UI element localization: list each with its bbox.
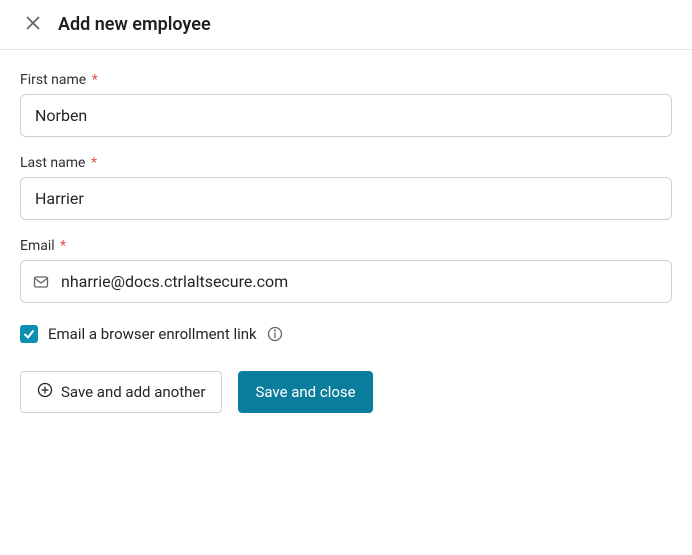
first-name-label-text: First name bbox=[20, 72, 86, 88]
save-and-close-label: Save and close bbox=[255, 383, 355, 401]
check-icon bbox=[23, 325, 35, 344]
last-name-label: Last name * bbox=[20, 155, 672, 171]
email-input-wrapper bbox=[20, 260, 672, 303]
first-name-input[interactable] bbox=[20, 94, 672, 137]
modal-header: Add new employee bbox=[0, 0, 692, 50]
info-icon[interactable] bbox=[267, 326, 283, 342]
enrollment-checkbox[interactable] bbox=[20, 325, 38, 343]
email-label: Email * bbox=[20, 238, 672, 254]
modal-title: Add new employee bbox=[58, 14, 211, 35]
modal-body: First name * Last name * Email * bbox=[0, 50, 692, 433]
first-name-label: First name * bbox=[20, 72, 672, 88]
save-and-add-another-label: Save and add another bbox=[61, 383, 205, 401]
first-name-group: First name * bbox=[20, 72, 672, 137]
close-icon bbox=[26, 16, 40, 33]
button-row: Save and add another Save and close bbox=[20, 371, 672, 413]
save-and-add-another-button[interactable]: Save and add another bbox=[20, 371, 222, 413]
last-name-label-text: Last name bbox=[20, 155, 85, 171]
required-marker: * bbox=[92, 72, 98, 88]
email-input[interactable] bbox=[20, 260, 672, 303]
email-label-text: Email bbox=[20, 238, 55, 254]
required-marker: * bbox=[91, 155, 97, 171]
last-name-input[interactable] bbox=[20, 177, 672, 220]
last-name-group: Last name * bbox=[20, 155, 672, 220]
enrollment-checkbox-row: Email a browser enrollment link bbox=[20, 325, 672, 343]
close-button[interactable] bbox=[26, 16, 40, 33]
email-group: Email * bbox=[20, 238, 672, 303]
save-and-close-button[interactable]: Save and close bbox=[238, 371, 372, 413]
enrollment-checkbox-label: Email a browser enrollment link bbox=[48, 325, 257, 343]
required-marker: * bbox=[60, 238, 66, 254]
plus-circle-icon bbox=[37, 382, 53, 402]
